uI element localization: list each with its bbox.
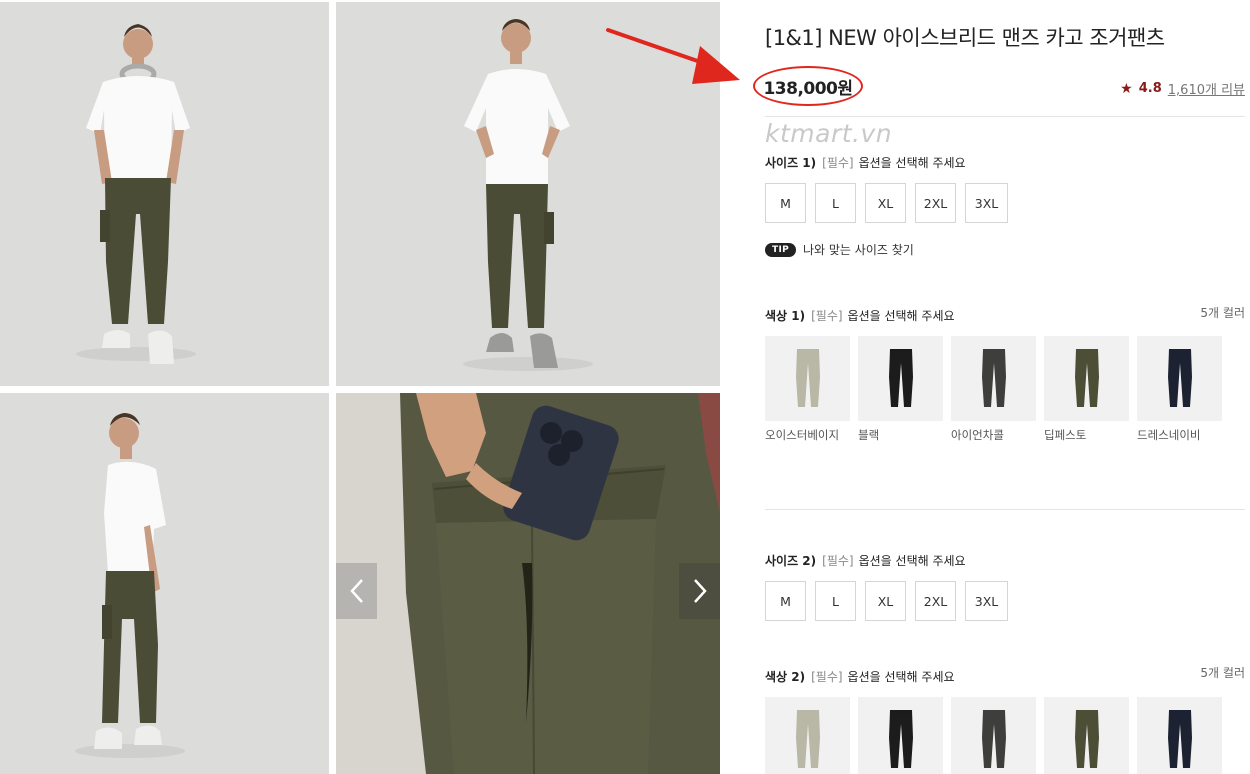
color-swatch[interactable]: 딥페스토 [1044, 336, 1129, 443]
model-front-illustration-2 [336, 2, 720, 386]
color-1-required: [필수] [811, 309, 843, 323]
product-title: [1&1] NEW 아이스브리드 맨즈 카고 조거팬츠 [765, 26, 1165, 50]
color-swatch[interactable]: 드레스네이비 [1137, 336, 1222, 443]
tip-badge: TIP [765, 242, 796, 257]
size-2-label: 사이즈 2) [필수] 옵션을 선택해 주세요 [765, 552, 966, 569]
pants-swatch-icon [1074, 709, 1099, 768]
size-2-prompt: 옵션을 선택해 주세요 [858, 554, 966, 568]
color-swatch-name: 드레스네이비 [1137, 428, 1201, 442]
size-1-option-xl[interactable]: XL [865, 183, 906, 223]
pants-swatch-icon [981, 709, 1006, 768]
pants-swatch-icon [1167, 348, 1192, 407]
size-2-option-3xl[interactable]: 3XL [965, 581, 1008, 621]
product-photo-side[interactable] [0, 393, 329, 774]
color-2-count: 5개 컬러 [1200, 666, 1245, 680]
product-info-panel: [1&1] NEW 아이스브리드 맨즈 카고 조거팬츠 138,000원 ★ 4… [753, 0, 1245, 774]
color-swatch-image [765, 697, 850, 774]
product-price: 138,000원 [763, 79, 853, 99]
color-swatch-image [1137, 697, 1222, 774]
divider [765, 116, 1245, 117]
product-photo-front-hands-back[interactable] [336, 2, 720, 386]
size-2-title: 사이즈 2) [765, 554, 817, 568]
color-2-label: 색상 2) [필수] 옵션을 선택해 주세요 [765, 668, 955, 685]
pocket-detail-illustration [336, 393, 720, 774]
color-2-prompt: 옵션을 선택해 주세요 [847, 670, 955, 684]
size-2-required: [필수] [822, 554, 854, 568]
gallery-next-button[interactable] [679, 563, 720, 619]
size-2-option-xl[interactable]: XL [865, 581, 906, 621]
pants-swatch-icon [1167, 709, 1192, 768]
size-1-required: [필수] [822, 156, 854, 170]
pants-swatch-icon [981, 348, 1006, 407]
gallery-prev-button[interactable] [336, 563, 377, 619]
size-guide-link[interactable]: TIP 나와 맞는 사이즈 찾기 [765, 241, 914, 258]
star-icon: ★ [1120, 80, 1133, 97]
model-side-illustration [0, 393, 329, 774]
price-highlight: 138,000원 [753, 66, 863, 106]
size-2-option-2xl[interactable]: 2XL [915, 581, 956, 621]
tip-text: 나와 맞는 사이즈 찾기 [802, 243, 914, 257]
color-swatch-image [1044, 697, 1129, 774]
color-swatch[interactable] [765, 697, 850, 774]
size-1-option-l[interactable]: L [815, 183, 856, 223]
size-1-label: 사이즈 1) [필수] 옵션을 선택해 주세요 [765, 154, 966, 171]
pants-swatch-icon [888, 709, 913, 768]
color-swatch-image [858, 336, 943, 421]
color-1-label: 색상 1) [필수] 옵션을 선택해 주세요 [765, 307, 955, 324]
color-1-prompt: 옵션을 선택해 주세요 [847, 309, 955, 323]
color-swatch[interactable] [1044, 697, 1129, 774]
product-photo-pocket-detail[interactable] [336, 393, 720, 774]
rating-summary: ★ 4.8 1,610개 리뷰 [1120, 79, 1245, 99]
color-swatch-image [765, 336, 850, 421]
color-swatch-image [858, 697, 943, 774]
size-1-title: 사이즈 1) [765, 156, 817, 170]
color-swatch-image [951, 336, 1036, 421]
product-page: [1&1] NEW 아이스브리드 맨즈 카고 조거팬츠 138,000원 ★ 4… [0, 0, 1250, 774]
color-swatch-image [1137, 336, 1222, 421]
size-1-option-2xl[interactable]: 2XL [915, 183, 956, 223]
color-swatch[interactable]: 오이스터베이지 [765, 336, 850, 443]
divider [765, 509, 1245, 510]
color-1-options: 오이스터베이지 블랙 아이언차콜 딥페스토 드레스네이비 [765, 336, 1222, 443]
size-1-prompt: 옵션을 선택해 주세요 [858, 156, 966, 170]
color-1-count: 5개 컬러 [1200, 306, 1245, 320]
size-1-option-3xl[interactable]: 3XL [965, 183, 1008, 223]
color-swatch-name: 블랙 [858, 428, 880, 442]
review-count-link[interactable]: 1,610개 리뷰 [1168, 79, 1245, 98]
size-2-option-m[interactable]: M [765, 581, 806, 621]
rating-value: 4.8 [1138, 81, 1162, 96]
color-2-options [765, 697, 1222, 774]
color-swatch[interactable]: 블랙 [858, 336, 943, 443]
size-1-options: M L XL 2XL 3XL [765, 183, 1008, 223]
color-swatch[interactable] [1137, 697, 1222, 774]
chevron-left-icon [349, 579, 363, 603]
color-swatch-image [1044, 336, 1129, 421]
color-2-required: [필수] [811, 670, 843, 684]
color-swatch[interactable] [858, 697, 943, 774]
size-2-options: M L XL 2XL 3XL [765, 581, 1008, 621]
color-2-title: 색상 2) [765, 670, 806, 684]
color-swatch-name: 오이스터베이지 [765, 428, 840, 442]
chevron-right-icon [693, 579, 707, 603]
color-swatch[interactable]: 아이언차콜 [951, 336, 1036, 443]
pants-swatch-icon [1074, 348, 1099, 407]
color-1-title: 색상 1) [765, 309, 806, 323]
color-swatch-name: 아이언차콜 [951, 428, 1004, 442]
pants-swatch-icon [795, 709, 820, 768]
pants-swatch-icon [888, 348, 913, 407]
watermark: ktmart.vn [765, 119, 893, 148]
size-2-option-l[interactable]: L [815, 581, 856, 621]
model-front-illustration [0, 2, 329, 386]
color-swatch-image [951, 697, 1036, 774]
pants-swatch-icon [795, 348, 820, 407]
product-photo-front[interactable] [0, 2, 329, 386]
size-1-option-m[interactable]: M [765, 183, 806, 223]
color-swatch-name: 딥페스토 [1044, 428, 1087, 442]
color-swatch[interactable] [951, 697, 1036, 774]
